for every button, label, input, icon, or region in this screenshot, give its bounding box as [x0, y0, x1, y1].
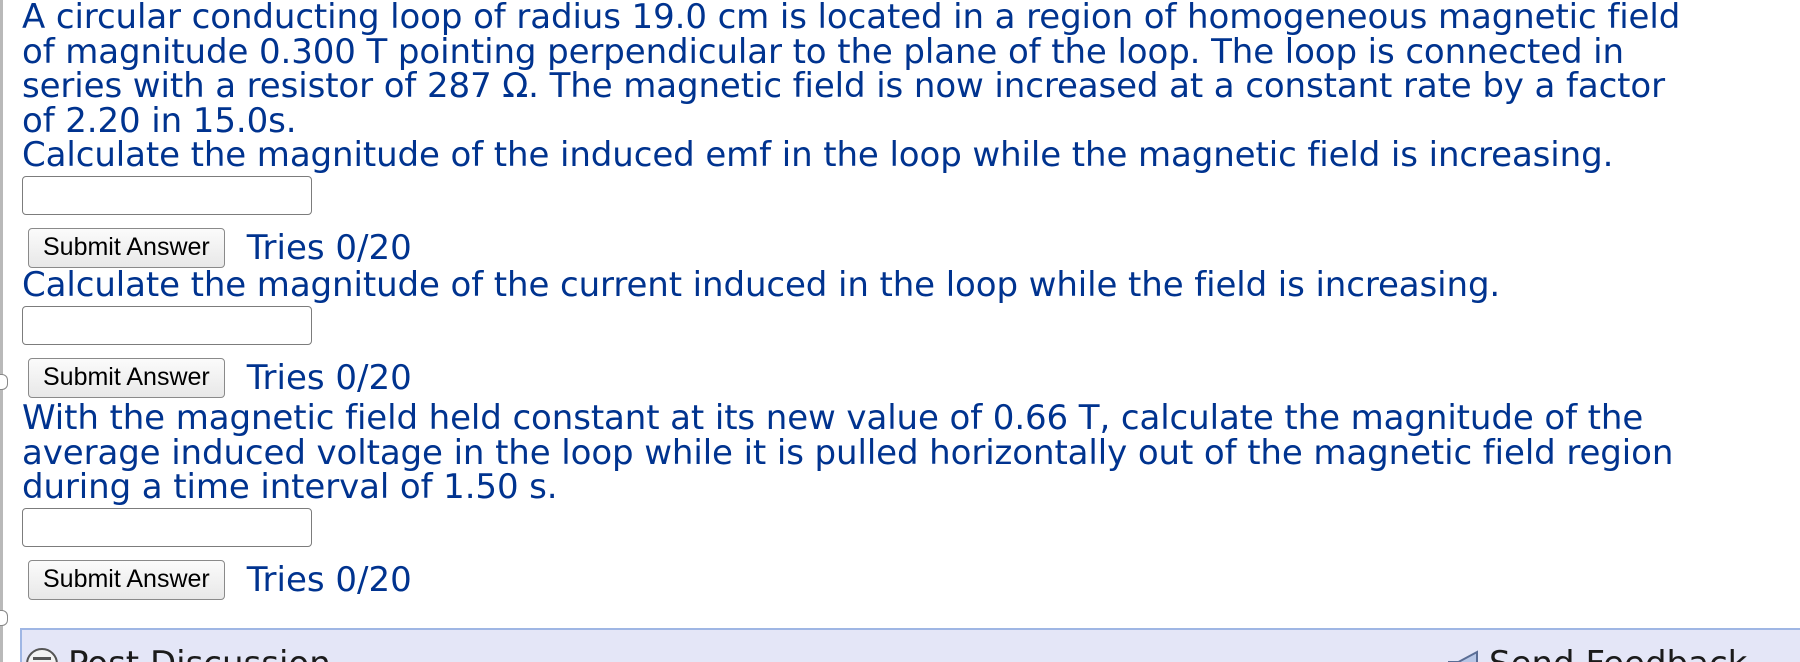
page-edge-notch: [0, 374, 8, 390]
tries-counter-1: Tries 0/20: [246, 227, 412, 268]
submit-row-1: Submit Answer Tries 0/20: [28, 225, 1680, 271]
question-1-line-1: A circular conducting loop of radius 19.…: [22, 0, 1681, 37]
discussion-bar: Post Discussion Send Feedback: [20, 628, 1800, 662]
megaphone-icon: [1448, 650, 1478, 662]
submit-answer-button-3[interactable]: Submit Answer: [28, 559, 225, 600]
question-2-prompt: Calculate the magnitude of the current i…: [22, 265, 1501, 305]
question-1-prompt: Calculate the magnitude of the induced e…: [22, 135, 1614, 175]
answer-input-2[interactable]: [22, 305, 312, 345]
page-edge-notch: [0, 610, 8, 626]
send-feedback-link[interactable]: Send Feedback: [1447, 644, 1747, 662]
post-discussion-label: Post Discussion: [68, 644, 331, 662]
question-2: Calculate the magnitude of the current i…: [22, 268, 1500, 401]
question-1: A circular conducting loop of radius 19.…: [22, 0, 1680, 271]
answer-input-1[interactable]: [22, 175, 312, 215]
submit-row-2: Submit Answer Tries 0/20: [28, 355, 1500, 401]
submit-row-3: Submit Answer Tries 0/20: [28, 557, 1673, 603]
question-3-line-1: With the magnetic field held constant at…: [22, 398, 1644, 438]
post-discussion-link[interactable]: Post Discussion: [24, 644, 331, 662]
question-1-line-4: of 2.20 in 15.0s.: [22, 100, 297, 141]
submit-answer-button-1[interactable]: Submit Answer: [28, 227, 225, 268]
send-feedback-label: Send Feedback: [1489, 644, 1747, 662]
discussion-icon: [26, 648, 58, 662]
tries-counter-3: Tries 0/20: [246, 559, 412, 600]
submit-answer-button-2[interactable]: Submit Answer: [28, 357, 225, 398]
answer-input-3[interactable]: [22, 507, 312, 547]
question-1-line-3: series with a resistor of 287 Ω. The mag…: [22, 66, 1665, 106]
question-1-line-2: of magnitude 0.300 T pointing perpendicu…: [22, 31, 1624, 72]
question-3-line-2: average induced voltage in the loop whil…: [22, 432, 1674, 473]
question-3-line-3: during a time interval of 1.50 s.: [22, 467, 558, 507]
page-left-border: [0, 0, 3, 662]
tries-counter-2: Tries 0/20: [246, 357, 412, 398]
question-3: With the magnetic field held constant at…: [22, 401, 1673, 603]
